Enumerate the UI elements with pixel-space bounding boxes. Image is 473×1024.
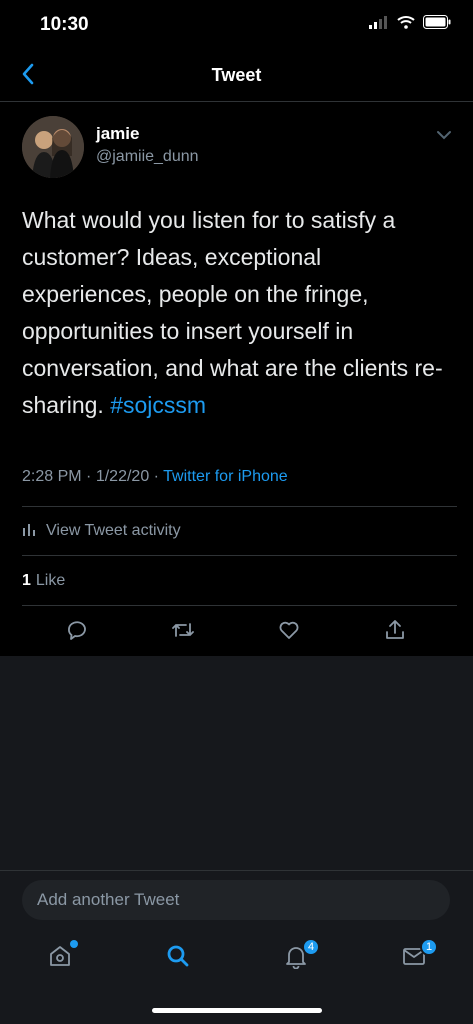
tweet-source-link[interactable]: Twitter for iPhone [163, 468, 288, 485]
like-button[interactable] [275, 618, 303, 646]
tweet-body: What would you listen for to satisfy a c… [22, 207, 443, 418]
status-icons [369, 15, 451, 34]
page-title: Tweet [211, 65, 262, 85]
compose-bar: Add another Tweet [0, 870, 473, 934]
search-icon [165, 943, 191, 974]
nav-bar: Tweet [0, 50, 473, 102]
tab-search[interactable] [162, 942, 194, 974]
author-name[interactable]: jamie [96, 124, 139, 144]
status-bar: 10:30 [0, 0, 473, 50]
heart-icon [277, 618, 301, 647]
tweet-actions [0, 610, 473, 654]
bar-chart-icon [22, 522, 36, 541]
tab-home[interactable] [44, 940, 78, 974]
activity-label: View Tweet activity [46, 522, 181, 539]
battery-icon [423, 15, 451, 34]
tweet-date: 1/22/20 [95, 468, 150, 485]
home-unread-dot [70, 940, 78, 948]
tweet-text: What would you listen for to satisfy a c… [22, 202, 454, 424]
retweet-button[interactable] [169, 618, 197, 646]
add-another-tweet-input[interactable]: Add another Tweet [22, 880, 450, 920]
empty-replies-area [0, 656, 473, 870]
cellular-signal-icon [369, 15, 389, 34]
retweet-icon [170, 618, 196, 647]
meta-separator: · [153, 468, 164, 485]
notifications-badge: 4 [302, 938, 320, 956]
view-tweet-activity-button[interactable]: View Tweet activity [22, 506, 457, 556]
like-count: 1 [22, 571, 31, 589]
reply-icon [65, 618, 89, 647]
tab-notifications[interactable]: 4 [280, 938, 320, 974]
share-button[interactable] [381, 618, 409, 646]
status-time: 10:30 [40, 14, 89, 35]
tab-messages[interactable]: 1 [398, 938, 438, 974]
likes-count-row[interactable]: 1 Like [22, 556, 457, 606]
like-label: Like [35, 571, 66, 589]
share-icon [383, 618, 407, 647]
wifi-icon [397, 15, 415, 34]
avatar[interactable] [22, 116, 84, 178]
meta-separator: · [86, 468, 96, 485]
tweet-time: 2:28 PM [22, 468, 82, 485]
hashtag-link[interactable]: #sojcssm [110, 392, 206, 418]
home-indicator [152, 1008, 322, 1013]
tweet-detail: jamie @jamiie_dunn What would you listen… [0, 102, 473, 655]
author-handle[interactable]: @jamiie_dunn [96, 148, 199, 166]
home-icon [47, 943, 73, 974]
chevron-down-icon[interactable] [435, 128, 453, 142]
messages-badge: 1 [420, 938, 438, 956]
reply-button[interactable] [63, 618, 91, 646]
tweet-meta: 2:28 PM · 1/22/20 · Twitter for iPhone [22, 468, 288, 486]
